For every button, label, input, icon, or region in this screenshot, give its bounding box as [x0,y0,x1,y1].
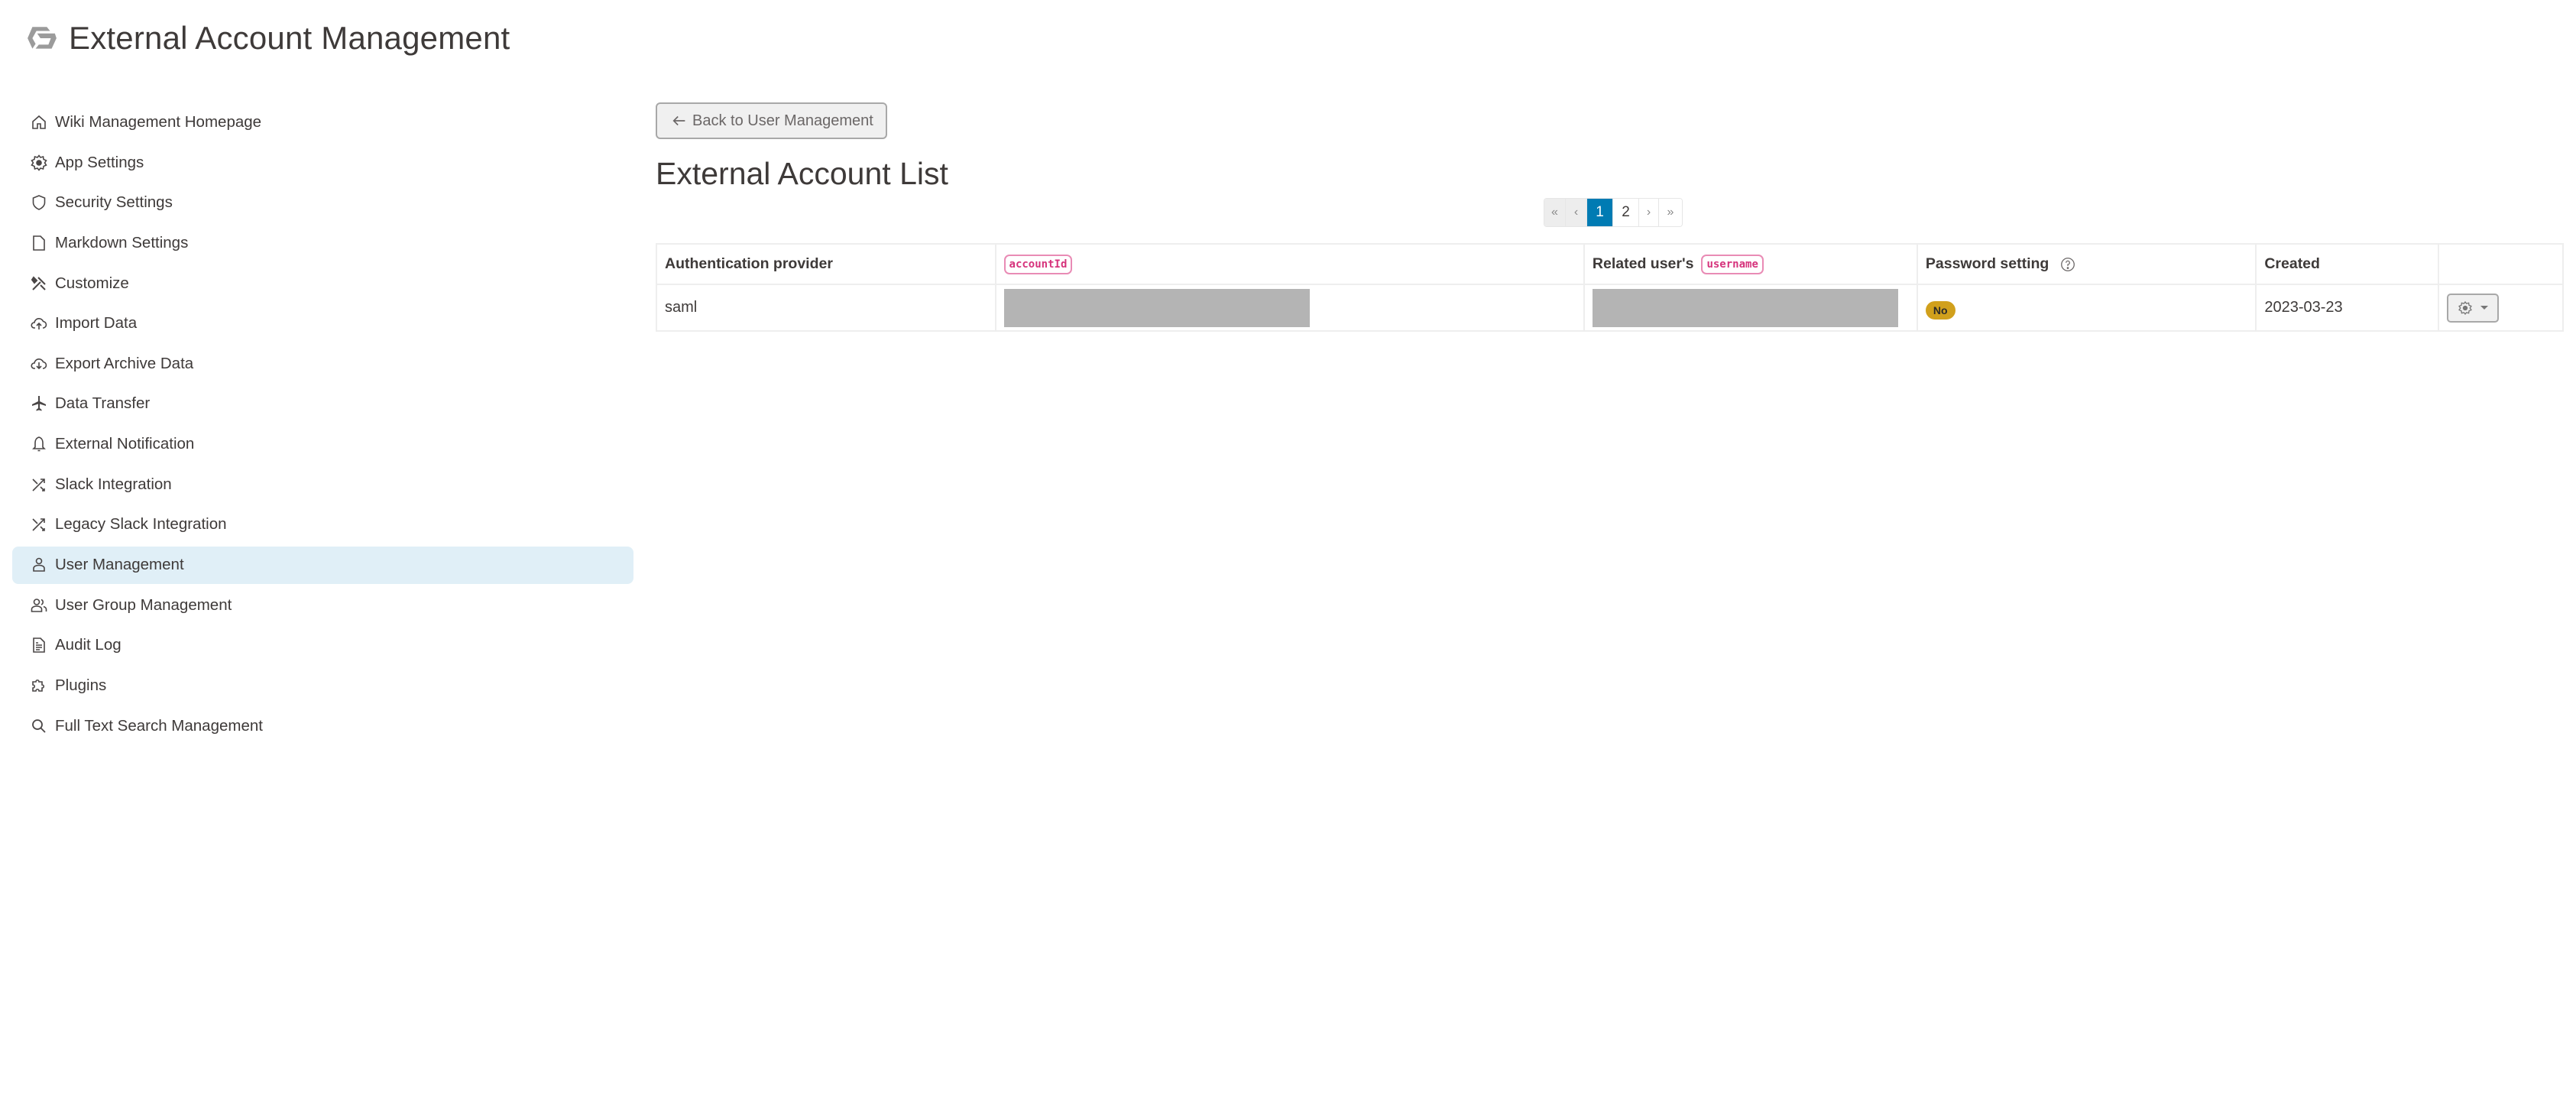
question-circle-icon[interactable] [2059,256,2076,273]
growi-logo-icon [28,27,57,49]
pagination: « ‹ 1 2 › » [1544,198,1683,227]
sidebar-item-audit-log[interactable]: Audit Log [12,625,633,666]
sidebar-item-label: Data Transfer [55,394,151,413]
document-icon [29,635,49,655]
pagination-last[interactable]: » [1659,199,1682,226]
sidebar-item-label: Export Archive Data [55,354,194,372]
sidebar-item-external-notification[interactable]: External Notification [12,424,633,465]
header-actions [2438,243,2564,285]
shuffle-icon [29,475,49,495]
admin-sidebar: Wiki Management Homepage App Settings Se… [12,102,633,746]
home-icon [29,112,49,132]
sidebar-item-markdown-settings[interactable]: Markdown Settings [12,223,633,264]
users-icon [29,595,49,615]
cloud-download-icon [29,354,49,374]
pagination-page-1[interactable]: 1 [1587,199,1613,226]
header-authentication-provider: Authentication provider [656,243,996,285]
related-user-label: Related user's [1592,255,1694,272]
external-accounts-table: Authentication provider accountId Relate… [656,243,2564,332]
cell-username [1583,284,1918,332]
cloud-upload-icon [29,313,49,333]
sidebar-item-label: External Notification [55,435,195,453]
sidebar-item-label: Plugins [55,676,107,695]
sidebar-item-data-transfer[interactable]: Data Transfer [12,384,633,424]
sidebar-item-label: Slack Integration [55,475,172,493]
gear-icon [29,153,49,173]
pagination-first[interactable]: « [1544,199,1566,226]
back-to-user-management-button[interactable]: Back to User Management [656,102,887,139]
row-actions-dropdown-button[interactable] [2447,293,2500,323]
shuffle-icon [29,514,49,534]
airplane-icon [29,394,49,414]
header-account-id: accountId [994,243,1585,285]
tools-icon [29,274,49,294]
cell-created: 2023-03-23 [2255,284,2440,332]
sidebar-item-label: User Management [55,556,184,574]
sidebar-item-slack-integration[interactable]: Slack Integration [12,464,633,504]
account-id-code: accountId [1003,254,1073,274]
cell-account-id [994,284,1585,332]
page-header: External Account Management [26,15,510,61]
password-setting-label: Password setting [1925,255,2049,272]
pagination-page-2[interactable]: 2 [1613,199,1639,226]
gear-icon [2458,300,2472,315]
header-created: Created [2255,243,2440,285]
password-setting-badge: No [1925,300,1955,320]
shield-icon [29,193,49,212]
file-icon [29,233,49,253]
sidebar-item-label: Markdown Settings [55,234,189,252]
sidebar-item-user-group-management[interactable]: User Group Management [12,586,633,626]
sidebar-item-import-data[interactable]: Import Data [12,303,633,344]
back-button-label: Back to User Management [692,112,873,129]
sidebar-item-label: Audit Log [55,636,122,654]
sidebar-item-label: App Settings [55,153,144,171]
sidebar-item-label: Wiki Management Homepage [55,113,262,131]
sidebar-item-label: Customize [55,274,129,292]
sidebar-item-label: User Group Management [55,595,232,614]
puzzle-icon [29,676,49,696]
pagination-prev[interactable]: ‹ [1566,199,1587,226]
page-title: External Account Management [69,20,510,56]
sidebar-item-label: Legacy Slack Integration [55,515,227,534]
redacted-username [1592,288,1898,327]
caret-down-icon [2480,306,2489,310]
sidebar-item-app-settings[interactable]: App Settings [12,143,633,183]
cell-password-setting: No [1916,284,2257,332]
sidebar-item-customize[interactable]: Customize [12,263,633,303]
pagination-next[interactable]: › [1639,199,1659,226]
sidebar-item-full-text-search-management[interactable]: Full Text Search Management [12,706,633,746]
user-icon [29,555,49,575]
sidebar-item-label: Security Settings [55,193,173,212]
sidebar-item-wiki-management-homepage[interactable]: Wiki Management Homepage [12,102,633,143]
sidebar-item-export-archive-data[interactable]: Export Archive Data [12,344,633,384]
search-icon [29,716,49,736]
cell-actions [2438,284,2564,332]
cell-provider: saml [656,284,996,332]
sidebar-item-user-management[interactable]: User Management [12,546,633,584]
list-title: External Account List [656,156,948,191]
sidebar-item-plugins[interactable]: Plugins [12,666,633,706]
sidebar-item-security-settings[interactable]: Security Settings [12,183,633,223]
table-row: saml No 2023-03-23 [656,284,2564,332]
header-related-user: Related user's username [1583,243,1918,285]
arrow-left-icon [672,115,685,126]
sidebar-item-label: Import Data [55,314,138,333]
redacted-account-id [1003,288,1310,327]
table-header-row: Authentication provider accountId Relate… [656,243,2564,285]
sidebar-item-legacy-slack-integration[interactable]: Legacy Slack Integration [12,504,633,545]
username-code: username [1701,254,1764,274]
header-password-setting: Password setting [1916,243,2257,285]
bell-icon [29,434,49,454]
sidebar-item-label: Full Text Search Management [55,716,263,735]
main-content: Back to User Management External Account… [656,102,2564,192]
